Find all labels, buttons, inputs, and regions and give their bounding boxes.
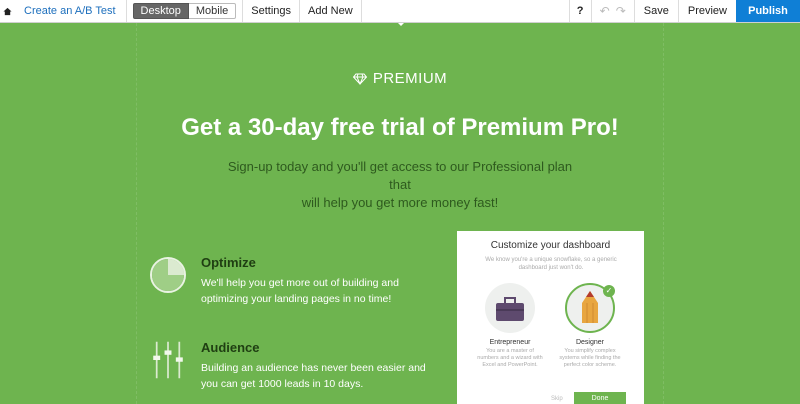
subheadline-line: will help you get more money fast! bbox=[301, 195, 499, 210]
option-description: You are a master of numbers and a wizard… bbox=[477, 348, 543, 368]
option-designer[interactable]: ✓ Designer You simplify complex systems … bbox=[555, 283, 625, 369]
option-circle bbox=[485, 283, 535, 333]
preview-button[interactable]: Preview bbox=[677, 0, 736, 22]
card-description: We know you're a unique snowflake, so a … bbox=[485, 257, 617, 271]
help-button[interactable]: ? bbox=[568, 0, 591, 22]
dashboard-card: Customize your dashboard We know you're … bbox=[457, 231, 644, 404]
pie-chart-icon bbox=[150, 257, 186, 293]
desktop-button[interactable]: Desktop bbox=[132, 3, 189, 19]
page-headline[interactable]: Get a 30-day free trial of Premium Pro! bbox=[0, 114, 800, 142]
option-entrepreneur[interactable]: Entrepreneur You are a master of numbers… bbox=[475, 283, 545, 369]
ab-test-link[interactable]: Create an A/B Test bbox=[14, 0, 127, 22]
save-button[interactable]: Save bbox=[633, 0, 678, 22]
page-subheadline[interactable]: Sign-up today and you'll get access to o… bbox=[225, 158, 575, 212]
publish-button[interactable]: Publish bbox=[736, 0, 800, 22]
feature-text-line: Building an audience has never been easi… bbox=[201, 362, 426, 374]
undo-icon[interactable]: ↶ bbox=[600, 4, 610, 18]
subheadline-line: Sign-up today and you'll get access to o… bbox=[227, 159, 573, 192]
mobile-button[interactable]: Mobile bbox=[188, 3, 237, 19]
sliders-icon bbox=[153, 341, 183, 379]
selected-check-icon: ✓ bbox=[603, 285, 615, 297]
home-icon[interactable] bbox=[0, 0, 14, 22]
option-label: Designer bbox=[575, 339, 604, 346]
done-button[interactable]: Done bbox=[574, 392, 626, 404]
settings-button[interactable]: Settings bbox=[243, 0, 301, 22]
feature-text-line: We'll help you get more out of building … bbox=[201, 277, 399, 289]
feature-text-line: you can get 1000 leads in 10 days. bbox=[201, 378, 364, 390]
feature-text: Building an audience has never been easi… bbox=[201, 360, 431, 392]
briefcase-icon bbox=[496, 297, 524, 321]
editor-toolbar: Create an A/B Test Desktop Mobile Settin… bbox=[0, 0, 800, 23]
card-title: Customize your dashboard bbox=[490, 240, 611, 251]
premium-label: PREMIUM bbox=[372, 70, 448, 87]
skip-link[interactable]: Skip bbox=[551, 396, 563, 402]
canvas-caret-icon bbox=[398, 23, 404, 26]
diamond-icon bbox=[352, 73, 367, 85]
feature-title: Audience bbox=[201, 340, 260, 355]
option-label: Entrepreneur bbox=[489, 339, 531, 346]
feature-title: Optimize bbox=[201, 255, 256, 270]
option-description: You simplify complex systems while findi… bbox=[559, 348, 621, 368]
premium-badge: PREMIUM bbox=[0, 70, 800, 87]
history-controls: ↶ ↷ bbox=[590, 0, 634, 22]
option-circle: ✓ bbox=[565, 283, 615, 333]
device-toggle: Desktop Mobile bbox=[127, 0, 244, 22]
redo-icon[interactable]: ↷ bbox=[616, 4, 626, 18]
feature-text-line: optimizing your landing pages in no time… bbox=[201, 293, 392, 305]
feature-text: We'll help you get more out of building … bbox=[201, 275, 431, 307]
add-new-button[interactable]: Add New bbox=[300, 0, 362, 22]
